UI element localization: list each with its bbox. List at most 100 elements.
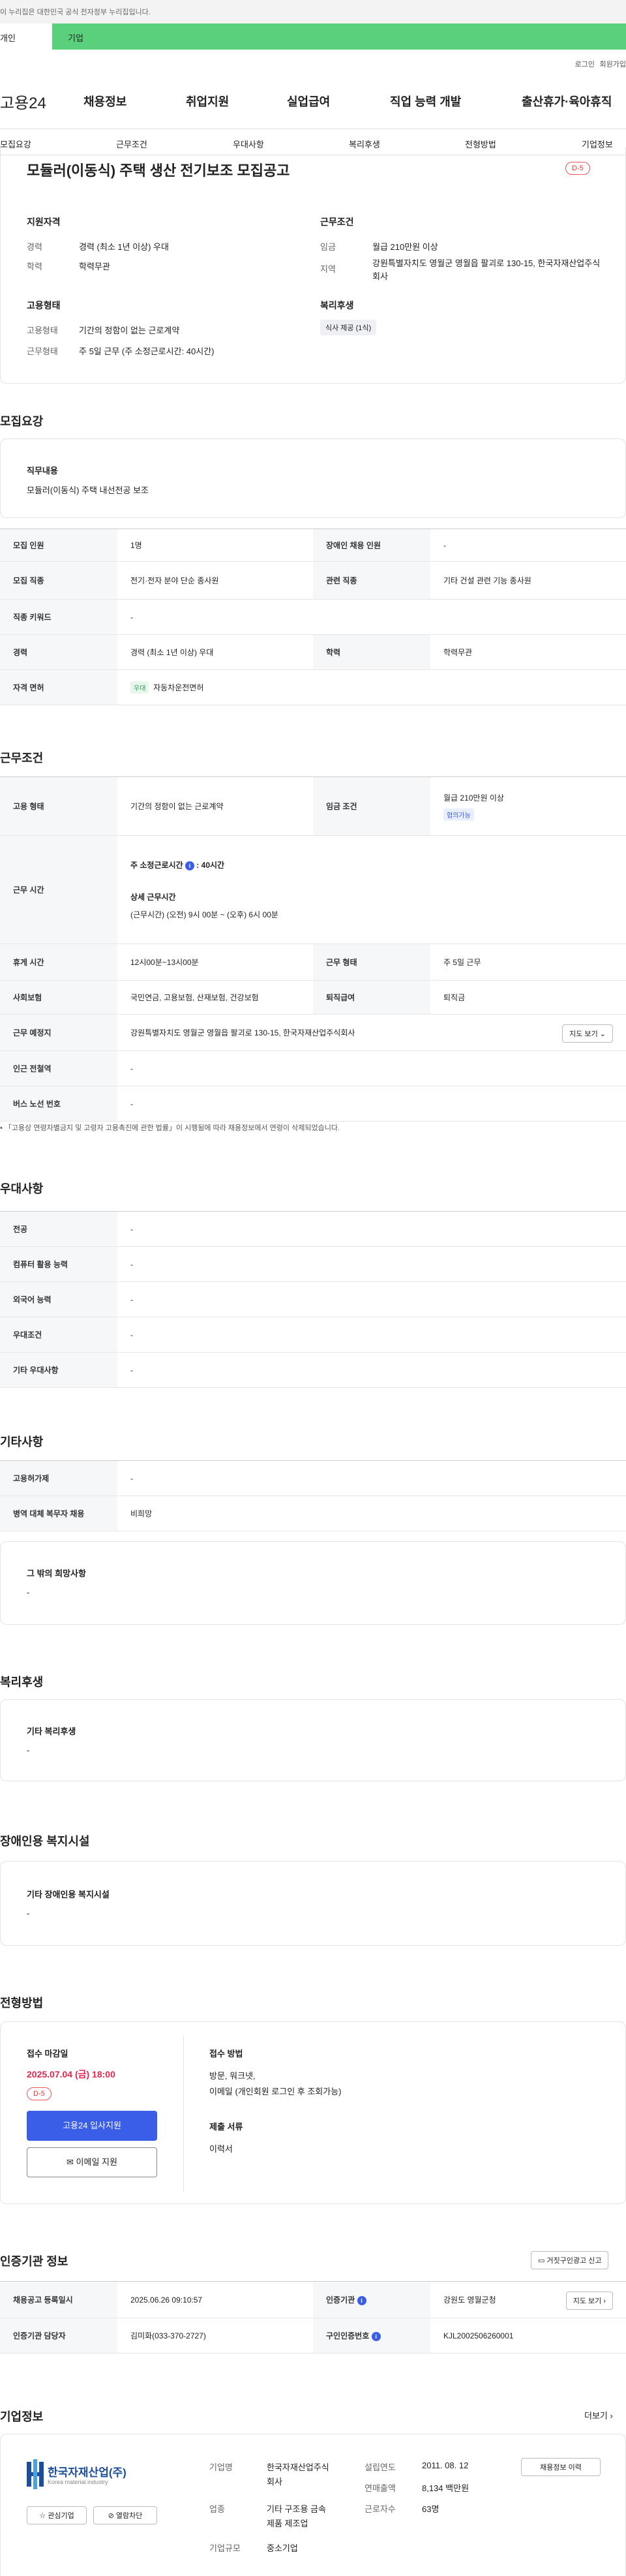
email-apply-button[interactable]: ✉ 이메일 지원 [27,2147,157,2177]
gnb-item-parental-leave[interactable]: 출산휴가·육아휴직 [522,93,612,110]
agency-map-button[interactable]: 지도 보기 › [565,2292,613,2310]
gnb-item-unemployment-benefit[interactable]: 실업급여 [287,93,330,110]
deadline-label: 접수 마감일 [27,2049,68,2059]
pref-value: - [117,1317,626,1353]
conditions-heading: 근무조건 [320,217,354,227]
company-name-key: 기업명 [209,2462,233,2472]
apply-button[interactable]: 고용24 입사지원 [27,2111,157,2141]
agency-table: 채용공고 등록일시 2025.06.26 09:10:57 인증기관 i 강원도… [0,2281,626,2354]
table-row: 채용공고 등록일시 2025.06.26 09:10:57 인증기관 i 강원도… [0,2281,626,2318]
work-type-label: 근무형태 [27,346,58,356]
agency-map-label: 지도 보기 [573,2297,602,2305]
recruit-section-title: 모집요강 [0,415,44,428]
email-apply-label: 이메일 지원 [76,2157,117,2167]
welfare-value: - [27,1745,30,1755]
education-label: 학력 [27,262,42,271]
keyword-key: 직종 키워드 [0,599,117,635]
hiring-history-button[interactable]: 채용정보 이력 [521,2458,601,2476]
table-row: 사회보험 국민연금, 고용보험, 산재보험, 건강보험 퇴직급여 퇴직금 [0,980,626,1015]
table-row: 모집 인원 1명 장애인 채용 인원 - [0,529,626,562]
recruit-table: 모집 인원 1명 장애인 채용 인원 - 모집 직종 전기·전자 분야 단순 종… [0,529,626,705]
insurance-value: 국민연금, 고용보험, 산재보험, 건강보험 [117,980,313,1015]
career-value: 경력 (최소 1년 이상) 우대 [79,242,169,252]
star-icon: ☆ [39,2512,46,2520]
divider [183,2035,184,2192]
employees-value: 63명 [422,2504,440,2514]
welfare-card: 기타 복리후생 - [0,1699,626,1781]
agency-cell: 강원도 영월군청 지도 보기 › [430,2281,626,2318]
map-button-label: 지도 보기 [569,1030,598,1038]
selection-card: 접수 마감일 2025.07.04 (금) 18:00 D-5 고용24 입사지… [0,2021,626,2204]
agency-key: 인증기관 i [313,2281,430,2318]
location-cell: 강원특별자치도 영월군 영월읍 팔괴로 130-15, 한국자재산업주식회사 지도… [117,1014,626,1051]
welfare-heading: 복리후생 [320,300,354,311]
table-row: 근무 예정지 강원특별자치도 영월군 영월읍 팔괴로 130-15, 한국자재산… [0,1014,626,1051]
selection-section-title: 전형방법 [0,1997,44,2010]
emp-type-value: 기간의 정함이 없는 근로계약 [117,776,313,836]
table-row: 인증기관 담당자 김미화(033-370-2727) 구인인증번호 i KJL2… [0,2318,626,2354]
table-row: 외국어 능력 - [0,1281,626,1317]
job-title: 모듈러(이동식) 주택 생산 전기보조 모집공고 [27,162,290,179]
map-button[interactable]: 지도 보기 ⌄ [562,1024,613,1043]
severance-key: 퇴직급여 [313,980,430,1015]
table-row: 고용 형태 기간의 정함이 없는 근로계약 임금 조건 월급 210만원 이상 협… [0,776,626,836]
gov-notice-text: 이 누리집은 대한민국 공식 전자정부 누리집입니다. [0,8,151,16]
company-more-link[interactable]: 더보기 › [584,2409,613,2421]
job-key: 모집 직종 [0,561,117,600]
block-view-button[interactable]: ⊘ 열람차단 [93,2506,157,2524]
block-label: 열람차단 [115,2512,143,2520]
other-value: 비희망 [117,1495,626,1531]
region-label: 지역 [320,264,336,274]
industry-value-2: 제품 제조업 [267,2519,308,2528]
site-logo[interactable]: 고용24 [0,90,46,113]
login-link[interactable]: 로그인 [575,59,595,69]
tab-company[interactable]: 기업 [52,23,626,50]
education-key: 학력 [313,634,430,670]
top-user-tabs: 개인 기업 [0,23,626,50]
table-row: 기타 우대사항 - [0,1352,626,1388]
report-fake-ad-button[interactable]: ▭ 거짓구인광고 신고 [531,2251,609,2269]
chevron-right-icon: › [610,2411,613,2421]
related-job-value: 기타 건설 관련 기능 종사원 [430,561,626,600]
gnb-item-employment-support[interactable]: 취업지원 [186,93,229,110]
table-row: 고용허가제 - [0,1460,626,1496]
sales-value: 8,134 백만원 [422,2483,470,2493]
report-fake-ad-label: 거짓구인광고 신고 [546,2257,602,2265]
table-row: 휴게 시간 12시00분~13시00분 근무 형태 주 5일 근무 [0,943,626,981]
hours-key: 근무 시간 [0,835,117,944]
gnb-item-jobs[interactable]: 채용정보 [83,93,127,110]
favorite-company-button[interactable]: ☆ 관심기업 [27,2506,87,2524]
wage-cell: 월급 210만원 이상 협의가능 [430,776,626,836]
license-badge: 우대 [130,681,149,694]
table-row: 경력 경력 (최소 1년 이상) 우대 학력 학력무관 [0,634,626,670]
severance-value: 퇴직금 [430,980,626,1015]
company-logo-en: Korea material industry [48,2479,108,2485]
info-icon[interactable]: i [185,861,194,870]
wish-label: 그 밖의 희망사항 [27,1569,86,1578]
other-key: 고용허가제 [0,1460,117,1496]
agency-value: 강원도 영월군청 [443,2295,496,2305]
posted-key: 채용공고 등록일시 [0,2281,117,2318]
table-row: 직종 키워드 - [0,599,626,635]
manager-value: 김미화(033-370-2727) [117,2318,313,2354]
block-icon: ⊘ [108,2512,114,2520]
pref-value: - [117,1281,626,1317]
welfare-section-title: 복리후생 [0,1676,44,1689]
join-link[interactable]: 회원가입 [600,59,626,69]
table-row: 인근 전철역 - [0,1050,626,1086]
info-icon[interactable]: i [357,2296,366,2305]
tab-individual[interactable]: 개인 [0,23,52,50]
gnb-item-vocational-training[interactable]: 직업 능력 개발 [390,93,461,110]
employment-type-heading: 고용형태 [27,300,61,311]
chevron-right-icon: › [603,2297,606,2305]
career-value-cell: 경력 (최소 1년 이상) 우대 [117,634,313,670]
preferences-table: 전공 - 컴퓨터 활용 능력 - 외국어 능력 - 우대조건 - 기타 우대사항 - [0,1211,626,1388]
chevron-down-icon: ⌄ [599,1030,606,1038]
education-value: 학력무관 [79,262,110,271]
job-value: 전기·전자 분야 단순 종사원 [117,561,313,600]
pref-key: 우대조건 [0,1317,117,1353]
info-icon[interactable]: i [371,2332,381,2341]
cert-key-label: 구인인증번호 [326,2331,370,2340]
table-row: 우대조건 - [0,1317,626,1353]
table-row: 모집 직종 전기·전자 분야 단순 종사원 관련 직종 기타 건설 관련 기능 … [0,561,626,600]
